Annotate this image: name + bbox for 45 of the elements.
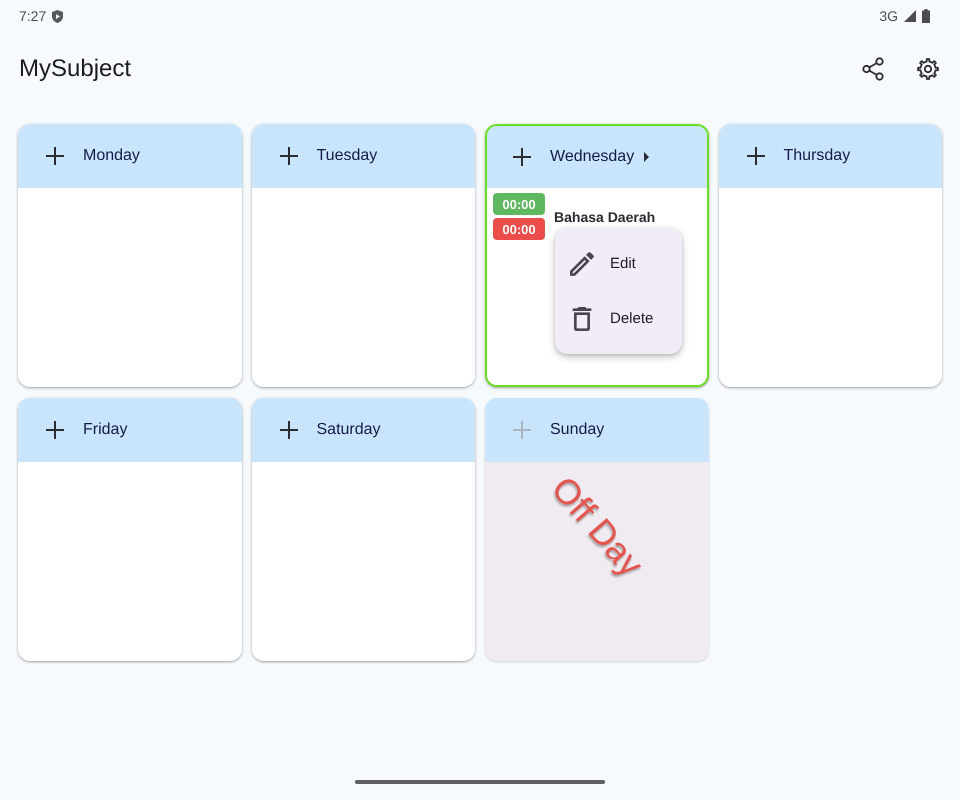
- subject-name[interactable]: Bahasa Daerah: [554, 208, 656, 224]
- day-name: Tuesday: [316, 147, 378, 165]
- start-time-badge: 00:00: [493, 193, 545, 215]
- signal-icon: [904, 10, 916, 22]
- add-button[interactable]: [278, 145, 300, 167]
- status-time: 7:27: [19, 8, 46, 24]
- day-card[interactable]: Saturday: [252, 398, 475, 661]
- plus-icon: [46, 421, 64, 439]
- plus-icon: [280, 421, 298, 439]
- day-card[interactable]: Monday: [18, 124, 242, 387]
- plus-icon: [513, 148, 531, 166]
- day-name: Thursday: [784, 147, 850, 165]
- gesture-handle[interactable]: [355, 780, 605, 784]
- pencil-icon: [570, 252, 594, 276]
- edit-menu-item[interactable]: Edit: [555, 236, 682, 291]
- end-time-badge: 00:00: [493, 218, 545, 240]
- plus-icon: [746, 147, 764, 165]
- day-name: Saturday: [316, 421, 381, 439]
- caret-icon: [644, 152, 650, 162]
- plus-icon: [280, 147, 298, 165]
- add-button[interactable]: [44, 419, 66, 441]
- shield-icon: [52, 10, 64, 22]
- day-card[interactable]: Thursday: [718, 124, 942, 387]
- plus-icon: [513, 421, 531, 439]
- share-icon: [862, 57, 884, 81]
- day-name: Sunday: [550, 421, 604, 439]
- day-name: Monday: [83, 147, 140, 165]
- trash-icon: [570, 306, 594, 330]
- day-name: Friday: [83, 421, 128, 439]
- day-name: Wednesday: [550, 148, 634, 166]
- network-type: 3G: [879, 8, 898, 24]
- battery-icon: [922, 9, 930, 23]
- day-card[interactable]: Tuesday: [252, 124, 475, 387]
- day-card[interactable]: Friday: [18, 398, 242, 661]
- day-card[interactable]: Wednesday 00:00 00:00 Bahasa Daerah Edit Delete: [485, 124, 708, 387]
- add-button[interactable]: [278, 419, 300, 441]
- delete-menu-item[interactable]: Delete: [555, 291, 682, 346]
- settings-icon: [917, 58, 939, 80]
- add-button[interactable]: [744, 145, 766, 167]
- off-day-label: Off Day: [542, 468, 652, 586]
- plus-icon: [46, 147, 64, 165]
- app-title: MySubject: [19, 55, 132, 83]
- add-button[interactable]: [44, 145, 66, 167]
- add-button[interactable]: [511, 146, 533, 168]
- day-card[interactable]: Sunday Off Day: [485, 398, 708, 661]
